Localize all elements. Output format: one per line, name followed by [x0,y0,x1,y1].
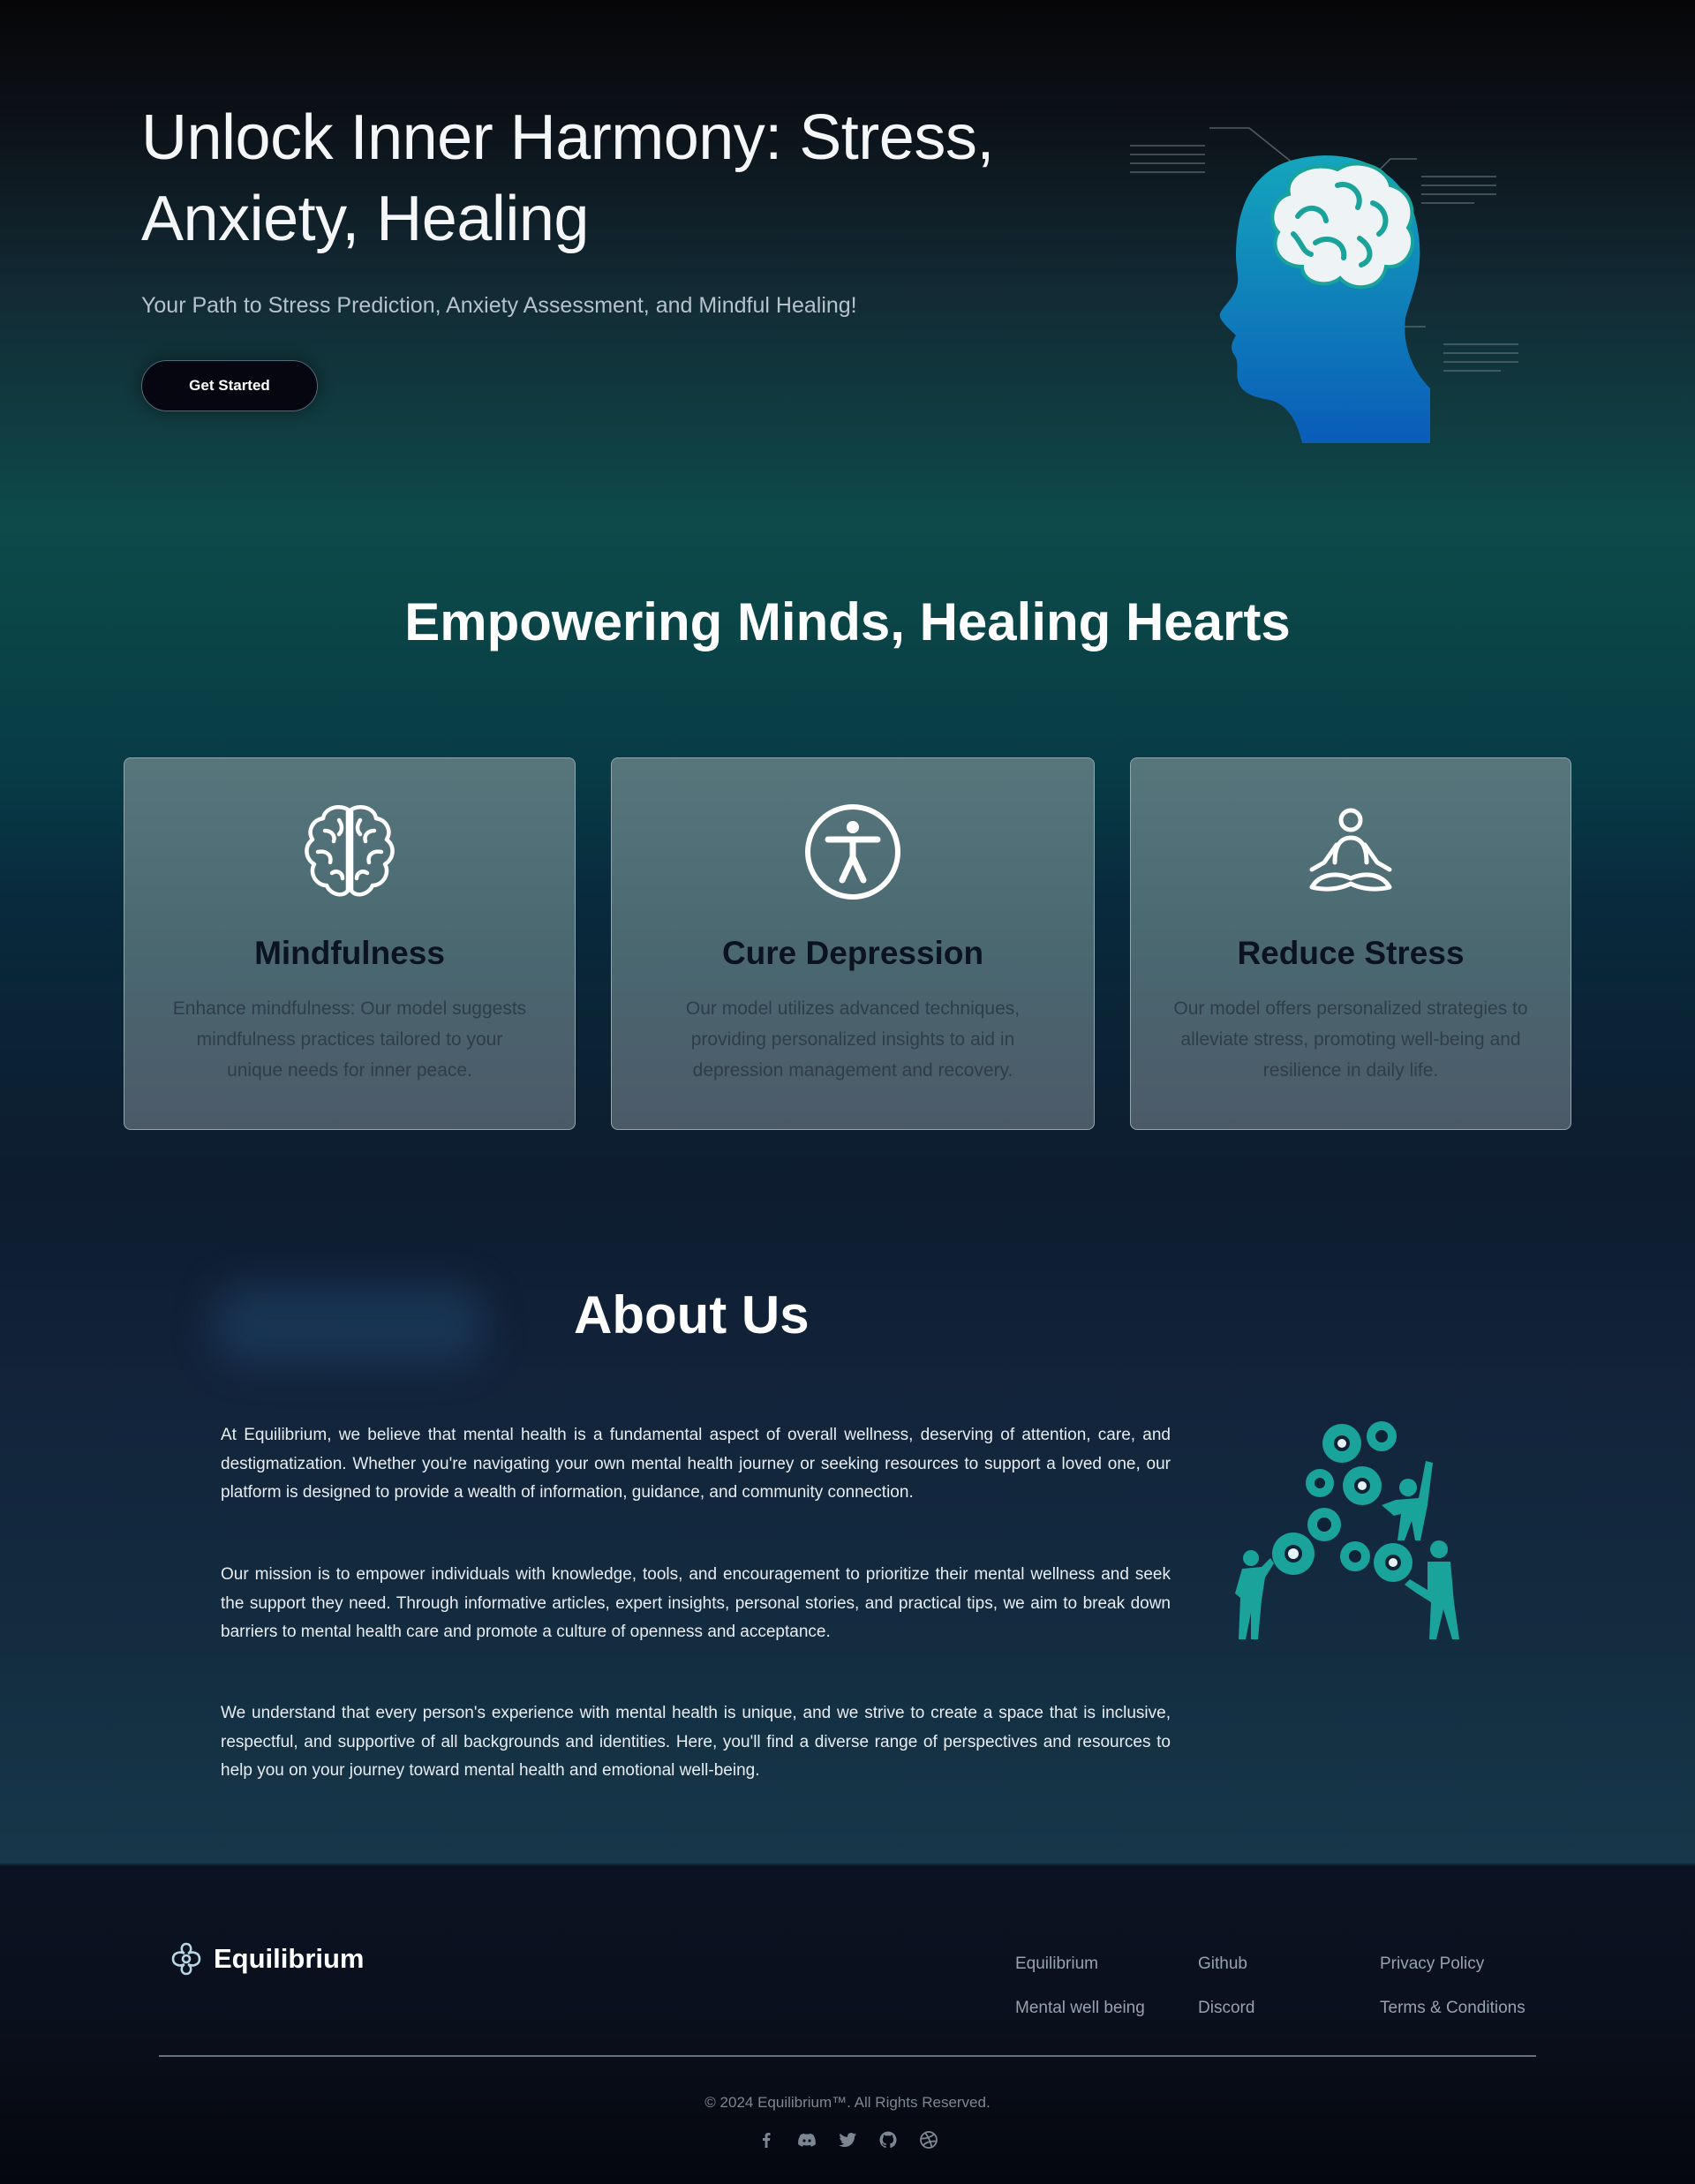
card-description: Enhance mindfulness: Our model suggests … [172,998,527,1081]
footer-brand[interactable]: Equilibrium [168,1939,365,1979]
footer-link-mental-well-being[interactable]: Mental well being [1015,1999,1145,2018]
about-paragraph: We understand that every person's experi… [221,1704,1171,1780]
feature-card-cure-depression[interactable]: Cure Depression Our model utilizes advan… [611,757,1095,1130]
card-title: Mindfulness [254,935,445,971]
brand-name: Equilibrium [214,1943,365,1974]
footer-link-equilibrium[interactable]: Equilibrium [1015,1954,1098,1974]
meditation-icon [1309,808,1392,892]
footer-link-privacy-policy[interactable]: Privacy Policy [1380,1954,1484,1974]
card-description: Our model utilizes advanced techniques, … [685,998,1021,1081]
hero-subtitle: Your Path to Stress Prediction, Anxiety … [141,293,857,318]
footer-link-discord[interactable]: Discord [1198,1999,1254,2018]
features-title: Empowering Minds, Healing Hearts [404,592,1291,651]
get-started-button[interactable]: Get Started [141,360,318,411]
twitter-icon[interactable] [837,2129,858,2150]
equilibrium-logo-icon [171,1942,201,1976]
card-title: Reduce Stress [1237,935,1465,971]
teamwork-gears-illustration [1235,1421,1459,1639]
brain-icon [305,805,395,897]
facebook-icon[interactable] [756,2129,777,2150]
hero-section: Unlock Inner Harmony: Stress, Anxiety, H… [0,0,1695,494]
about-paragraph: At Equilibrium, we believe that mental h… [221,1426,1171,1502]
accessibility-icon [805,804,900,900]
feature-card-reduce-stress[interactable]: Reduce Stress Our model offers personali… [1130,757,1571,1130]
footer-link-terms-conditions[interactable]: Terms & Conditions [1380,1999,1526,2018]
hero-title-line1: Unlock Inner Harmony: Stress, [141,102,994,173]
footer-link-github[interactable]: Github [1198,1954,1247,1974]
about-title: About Us [574,1285,810,1344]
head-brain-illustration [1130,127,1518,443]
discord-icon[interactable] [796,2129,817,2150]
dribbble-icon[interactable] [918,2129,939,2150]
social-links [0,2129,1695,2150]
hero-title: Unlock Inner Harmony: Stress, Anxiety, H… [141,97,1112,260]
about-paragraph: Our mission is to empower individuals wi… [221,1565,1171,1641]
feature-card-mindfulness[interactable]: Mindfulness Enhance mindfulness: Our mod… [124,757,576,1130]
hero-title-line2: Anxiety, Healing [141,184,589,254]
card-title: Cure Depression [721,935,984,971]
footer-divider [159,2055,1536,2057]
decorative-glow [212,1284,486,1364]
github-icon[interactable] [878,2129,899,2150]
card-description: Our model offers personalized strategies… [1173,998,1528,1081]
copyright-text: © 2024 Equilibrium™. All Rights Reserved… [704,2094,991,2111]
